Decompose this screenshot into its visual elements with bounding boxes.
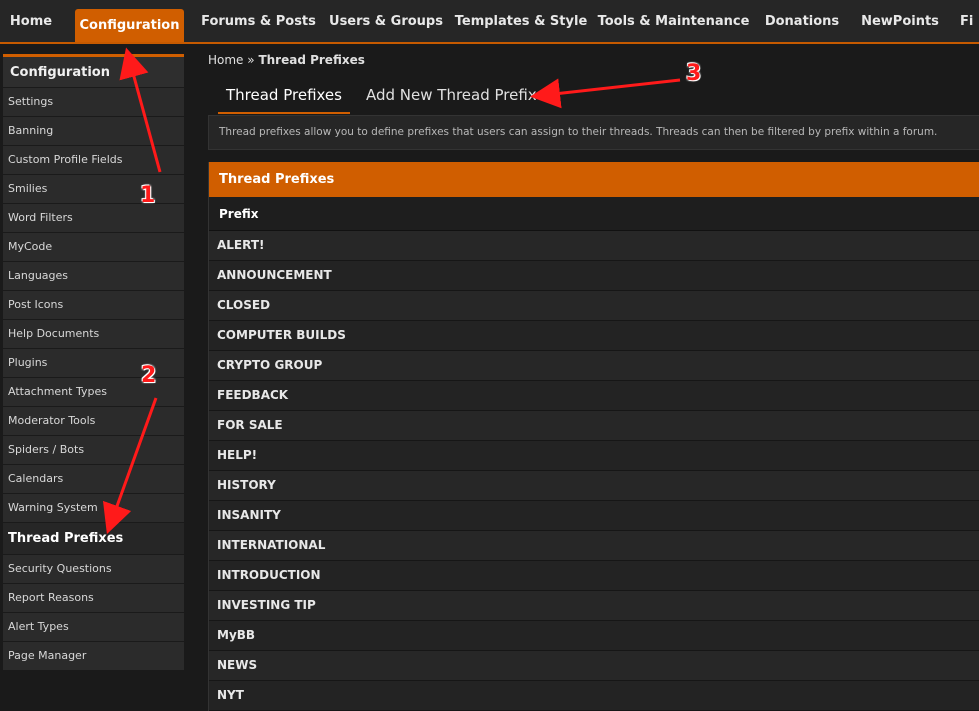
table-row[interactable]: FOR SALE <box>209 411 979 441</box>
nav-tab-truncated[interactable]: Fi <box>960 0 979 42</box>
table-row[interactable]: HISTORY <box>209 471 979 501</box>
sidebar-item-post-icons[interactable]: Post Icons <box>3 291 184 320</box>
sidebar-item-warning-system[interactable]: Warning System <box>3 494 184 523</box>
sidebar-item-report-reasons[interactable]: Report Reasons <box>3 584 184 613</box>
breadcrumb: Home » Thread Prefixes <box>208 53 365 67</box>
sidebar-item-languages[interactable]: Languages <box>3 262 184 291</box>
sidebar-item-page-manager[interactable]: Page Manager <box>3 642 184 671</box>
thread-prefixes-table: Thread Prefixes Prefix ALERT! ANNOUNCEME… <box>208 162 979 711</box>
sidebar-item-calendars[interactable]: Calendars <box>3 465 184 494</box>
nav-tab-templates-style[interactable]: Templates & Style <box>455 0 588 42</box>
nav-tab-newpoints[interactable]: NewPoints <box>858 0 942 42</box>
table-row[interactable]: HELP! <box>209 441 979 471</box>
sidebar-item-word-filters[interactable]: Word Filters <box>3 204 184 233</box>
page-description: Thread prefixes allow you to define pref… <box>208 115 979 150</box>
sidebar-item-help-documents[interactable]: Help Documents <box>3 320 184 349</box>
breadcrumb-current: Thread Prefixes <box>258 53 365 67</box>
table-row[interactable]: CRYPTO GROUP <box>209 351 979 381</box>
sidebar-item-attachment-types[interactable]: Attachment Types <box>3 378 184 407</box>
table-row[interactable]: NEWS <box>209 651 979 681</box>
table-row[interactable]: COMPUTER BUILDS <box>209 321 979 351</box>
annotation-arrow-3 <box>530 78 681 109</box>
nav-tab-configuration[interactable]: Configuration <box>75 9 184 42</box>
nav-tab-home[interactable]: Home <box>0 0 62 42</box>
sidebar-item-moderator-tools[interactable]: Moderator Tools <box>3 407 184 436</box>
sidebar-item-alert-types[interactable]: Alert Types <box>3 613 184 642</box>
subtab-thread-prefixes[interactable]: Thread Prefixes <box>218 78 350 114</box>
table-column-header-prefix: Prefix <box>209 197 979 231</box>
table-row[interactable]: NYT <box>209 681 979 711</box>
nav-tab-donations[interactable]: Donations <box>762 0 842 42</box>
sidebar-item-settings[interactable]: Settings <box>3 88 184 117</box>
table-row[interactable]: ANNOUNCEMENT <box>209 261 979 291</box>
table-row[interactable]: CLOSED <box>209 291 979 321</box>
table-row[interactable]: INTRODUCTION <box>209 561 979 591</box>
table-row[interactable]: MyBB <box>209 621 979 651</box>
table-row[interactable]: INSANITY <box>209 501 979 531</box>
annotation-number-2: 2 <box>141 363 157 388</box>
breadcrumb-separator: » <box>247 53 255 67</box>
table-title: Thread Prefixes <box>209 162 979 197</box>
table-body: ALERT! ANNOUNCEMENT CLOSED COMPUTER BUIL… <box>209 231 979 711</box>
breadcrumb-home-link[interactable]: Home <box>208 53 243 67</box>
sidebar-item-mycode[interactable]: MyCode <box>3 233 184 262</box>
annotation-number-1: 1 <box>140 183 156 208</box>
sidebar-item-smilies[interactable]: Smilies <box>3 175 184 204</box>
sidebar-item-banning[interactable]: Banning <box>3 117 184 146</box>
nav-tab-tools-maintenance[interactable]: Tools & Maintenance <box>598 0 750 42</box>
sidebar-item-security-questions[interactable]: Security Questions <box>3 555 184 584</box>
subtab-add-new-thread-prefix[interactable]: Add New Thread Prefix <box>366 78 537 114</box>
annotation-number-3: 3 <box>686 61 702 86</box>
sidebar-item-custom-profile-fields[interactable]: Custom Profile Fields <box>3 146 184 175</box>
table-row[interactable]: INVESTING TIP <box>209 591 979 621</box>
table-row[interactable]: INTERNATIONAL <box>209 531 979 561</box>
table-row[interactable]: FEEDBACK <box>209 381 979 411</box>
sidebar-title: Configuration <box>3 57 184 88</box>
table-row[interactable]: ALERT! <box>209 231 979 261</box>
top-navigation: Home Configuration Forums & Posts Users … <box>0 0 979 44</box>
sidebar-item-thread-prefixes[interactable]: Thread Prefixes <box>3 523 184 555</box>
sidebar: Configuration Settings Banning Custom Pr… <box>3 54 184 671</box>
nav-tab-forums-posts[interactable]: Forums & Posts <box>198 0 319 42</box>
nav-tab-users-groups[interactable]: Users & Groups <box>329 0 443 42</box>
sidebar-item-spiders-bots[interactable]: Spiders / Bots <box>3 436 184 465</box>
sidebar-item-plugins[interactable]: Plugins <box>3 349 184 378</box>
